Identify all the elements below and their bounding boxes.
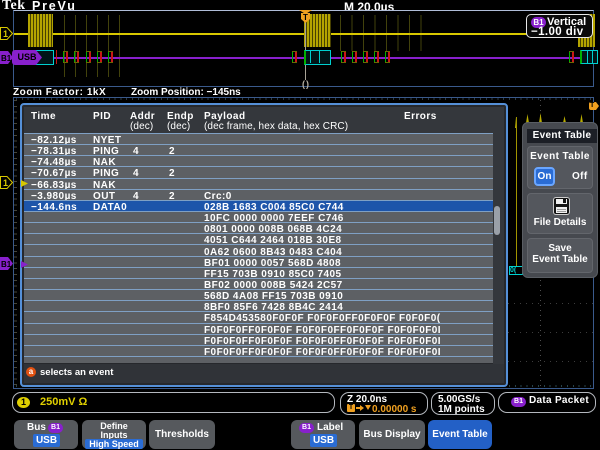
svg-text:1: 1 (3, 29, 8, 39)
svg-text:B1: B1 (1, 54, 12, 63)
svg-text:B1: B1 (1, 260, 12, 269)
svg-text:1: 1 (3, 178, 8, 188)
